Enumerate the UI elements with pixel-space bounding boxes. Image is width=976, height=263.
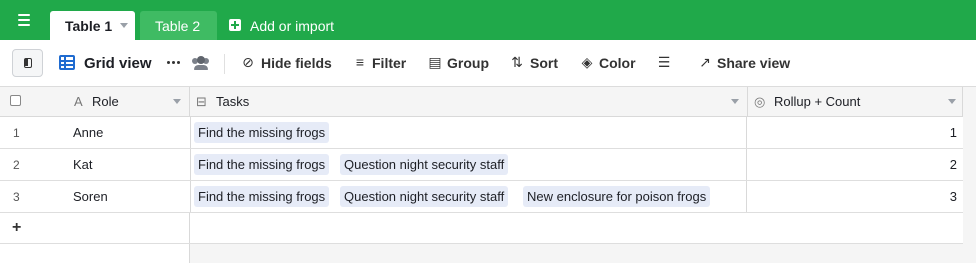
- task-pill[interactable]: Question night security staff: [340, 154, 509, 175]
- rollup-count-cell[interactable]: 3: [950, 189, 957, 204]
- chevron-down-icon[interactable]: [120, 23, 128, 28]
- sort-label: Sort: [530, 55, 558, 71]
- top-bar: Table 1 Table 2 Add or import: [0, 0, 976, 40]
- view-toolbar: Grid view ⊘ Hide fields ≡ Filter ▤ Group…: [0, 40, 976, 87]
- tasks-cell[interactable]: Find the missing frogs Question night se…: [190, 149, 747, 180]
- column-header-role[interactable]: A Role: [60, 87, 190, 116]
- color-label: Color: [599, 55, 636, 71]
- rollup-count-cell[interactable]: 2: [950, 157, 957, 172]
- column-label: Tasks: [216, 94, 250, 109]
- more-options-icon[interactable]: [167, 61, 180, 64]
- tab-table-2[interactable]: Table 2: [140, 11, 217, 40]
- task-pill[interactable]: Find the missing frogs: [194, 122, 330, 143]
- task-pill[interactable]: Find the missing frogs: [194, 154, 330, 175]
- sidebar-icon: [24, 58, 32, 68]
- task-pill[interactable]: Find the missing frogs: [194, 186, 330, 207]
- column-label: Rollup + Count: [774, 94, 861, 109]
- chevron-down-icon[interactable]: [173, 99, 181, 104]
- group-icon: ▤: [428, 54, 442, 70]
- text-field-icon: A: [74, 94, 83, 109]
- empty-left-column: [0, 244, 190, 263]
- eye-slash-icon: ⊘: [242, 54, 254, 70]
- linked-record-icon: ⊟: [196, 94, 207, 109]
- collaborators-icon[interactable]: [192, 56, 210, 70]
- toggle-sidebar-button[interactable]: [12, 49, 43, 77]
- share-icon: ↗: [699, 54, 711, 70]
- column-divider: [189, 213, 190, 243]
- task-pill[interactable]: Question night security staff: [340, 186, 509, 207]
- hide-fields-label: Hide fields: [261, 55, 332, 71]
- group-label: Group: [447, 55, 489, 71]
- table-row[interactable]: 2 Kat Find the missing frogs Question ni…: [0, 149, 963, 181]
- tab-label: Table 2: [155, 18, 201, 34]
- filter-icon: ≡: [355, 54, 365, 70]
- sort-button[interactable]: ⇅ Sort: [509, 53, 559, 73]
- select-all-cell: [0, 87, 60, 116]
- group-button[interactable]: ▤ Group: [427, 53, 489, 73]
- row-height-icon: ☰: [657, 54, 671, 70]
- filter-button[interactable]: ≡ Filter: [352, 53, 407, 73]
- row-number: 1: [13, 126, 20, 140]
- role-cell[interactable]: Soren: [73, 189, 108, 204]
- chevron-down-icon[interactable]: [731, 99, 739, 104]
- paint-bucket-icon: ◈: [581, 54, 593, 70]
- role-cell[interactable]: Kat: [73, 157, 93, 172]
- hide-fields-button[interactable]: ⊘ Hide fields: [240, 53, 332, 73]
- chevron-down-icon[interactable]: [948, 99, 956, 104]
- tab-label: Table 1: [65, 18, 113, 34]
- rollup-icon: ◎: [754, 94, 766, 109]
- table-row[interactable]: 1 Anne Find the missing frogs 1: [0, 117, 963, 149]
- view-name[interactable]: Grid view: [84, 55, 152, 72]
- color-button[interactable]: ◈ Color: [579, 53, 636, 73]
- toolbar-divider: [224, 54, 225, 74]
- row-number: 3: [13, 190, 20, 204]
- add-record-icon[interactable]: +: [12, 219, 21, 237]
- row-number: 2: [13, 158, 20, 172]
- share-view-label: Share view: [717, 55, 791, 71]
- tasks-cell[interactable]: Find the missing frogs: [190, 117, 747, 148]
- header-row: A Role ⊟ Tasks ◎ Rollup + Count: [0, 87, 963, 117]
- share-view-button[interactable]: ↗ Share view: [697, 53, 791, 73]
- column-header-tasks[interactable]: ⊟ Tasks: [190, 87, 748, 116]
- column-header-rollup[interactable]: ◎ Rollup + Count: [748, 87, 963, 116]
- grid-view-icon: [59, 55, 75, 70]
- add-row[interactable]: +: [0, 213, 963, 244]
- plus-icon: [229, 19, 241, 31]
- filter-label: Filter: [372, 55, 407, 71]
- tab-table-1[interactable]: Table 1: [50, 11, 135, 40]
- role-cell[interactable]: Anne: [73, 125, 103, 140]
- grid-table: A Role ⊟ Tasks ◎ Rollup + Count 1 Anne F…: [0, 87, 976, 263]
- table-row[interactable]: 3 Soren Find the missing frogs Question …: [0, 181, 963, 213]
- row-height-button[interactable]: ☰: [656, 53, 674, 73]
- select-all-checkbox[interactable]: [10, 95, 21, 106]
- task-pill[interactable]: New enclosure for poison frogs: [523, 186, 711, 207]
- sort-icon: ⇅: [511, 54, 523, 70]
- add-or-import-label: Add or import: [250, 18, 335, 34]
- rollup-count-cell[interactable]: 1: [950, 125, 957, 140]
- menu-icon[interactable]: [18, 14, 32, 26]
- column-label: Role: [92, 94, 119, 109]
- tasks-cell[interactable]: Find the missing frogs Question night se…: [190, 181, 747, 212]
